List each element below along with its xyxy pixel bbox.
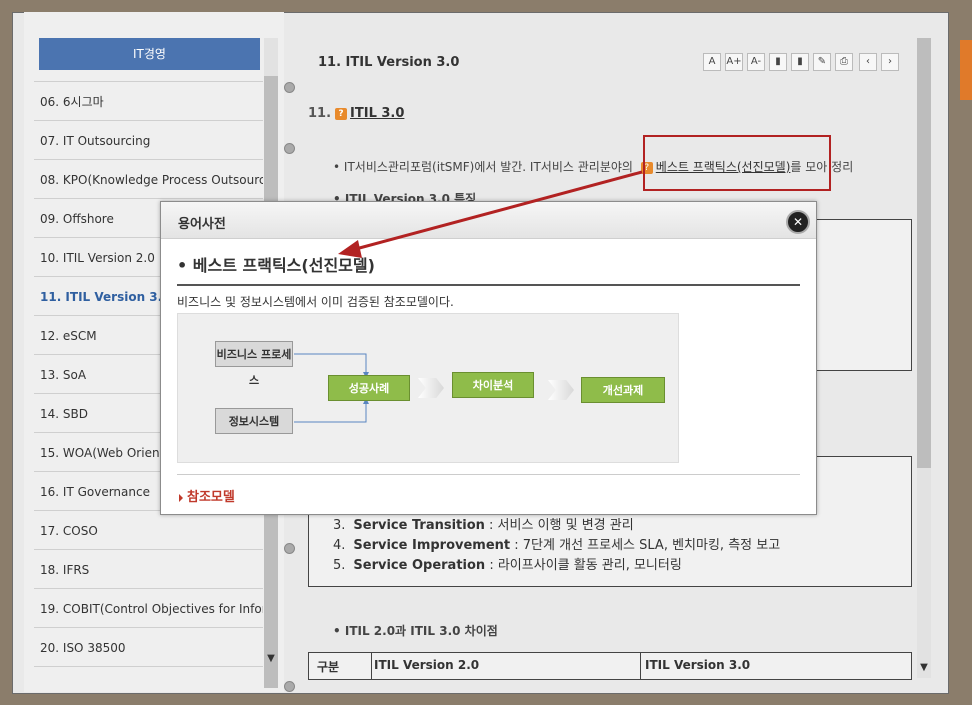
service-number: 3. <box>333 518 346 533</box>
service-item: 5. Service Operation : 라이프사이클 활동 관리, 모니터링 <box>333 554 682 573</box>
nav-item[interactable]: 20. ISO 38500 <box>34 629 263 667</box>
popup-title: 용어사전 <box>178 217 226 232</box>
category-header-label: IT경영 <box>133 47 166 61</box>
binder-ring <box>284 543 295 554</box>
binder-ring <box>284 82 295 93</box>
category-header: IT경영 <box>39 38 260 70</box>
next-icon[interactable]: › <box>881 53 899 71</box>
scroll-down-icon[interactable]: ▼ <box>917 662 931 676</box>
scroll-down-icon[interactable]: ▼ <box>264 652 278 666</box>
diff-title-text: ITIL 2.0과 ITIL 3.0 차이점 <box>344 624 498 638</box>
popup-header: 용어사전 ✕ <box>161 202 816 239</box>
close-icon[interactable]: ✕ <box>786 210 810 234</box>
service-name: Service Operation <box>353 558 486 573</box>
page-title: 11. ITIL Version 3.0 <box>318 55 460 70</box>
bullet-text: IT서비스관리포럼(itSMF)에서 발간. IT서비스 관리분야의 <box>343 160 633 174</box>
service-desc: : 7단계 개선 프로세스 SLA, 벤치마킹, 측정 보고 <box>510 538 781 553</box>
comparison-table-header: 구분 ITIL Version 2.0 ITIL Version 3.0 <box>308 652 912 680</box>
annotation-highlight-box <box>643 135 831 191</box>
nav-item[interactable]: 06. 6시그마 <box>34 83 263 121</box>
font-decrease-icon[interactable]: A- <box>747 53 765 71</box>
side-menu-tab[interactable] <box>960 40 972 100</box>
nav-item[interactable]: 19. COBIT(Control Objectives for Informa… <box>34 590 263 628</box>
font-increase-icon[interactable]: A+ <box>725 53 743 71</box>
nav-item[interactable]: 08. KPO(Knowledge Process Outsourcing) <box>34 161 263 199</box>
divider <box>177 284 800 286</box>
divider <box>177 474 800 475</box>
bookmark-list-icon[interactable]: ▮ <box>791 53 809 71</box>
success-case-box: 성공사례 <box>328 375 410 401</box>
question-icon[interactable]: ? <box>335 107 348 120</box>
process-diagram: 비즈니스 프로세스 정보시스템 성공사례 차이분석 개선과제 <box>177 313 679 463</box>
service-desc: : 서비스 이행 및 변경 관리 <box>484 518 634 533</box>
table-header-cell: ITIL Version 3.0 <box>645 658 751 672</box>
service-name: Service Transition <box>353 518 485 533</box>
nav-item[interactable]: 07. IT Outsourcing <box>34 122 263 160</box>
info-system-box: 정보시스템 <box>215 408 293 434</box>
gap-analysis-box: 차이분석 <box>452 372 534 398</box>
prev-icon[interactable]: ‹ <box>859 53 877 71</box>
improvement-box: 개선과제 <box>581 377 665 403</box>
table-header-cell: 구분 <box>317 660 340 674</box>
bookmark-icon[interactable]: ▮ <box>769 53 787 71</box>
service-number: 5. <box>333 558 346 573</box>
font-reset-icon[interactable]: A <box>703 53 721 71</box>
term-text: 베스트 프랙틱스(선진모델) <box>192 256 375 275</box>
table-header-cell: ITIL Version 2.0 <box>374 658 480 672</box>
term-definition: 비즈니스 및 정보시스템에서 이미 검증된 참조모델이다. <box>177 295 454 309</box>
binder-ring <box>284 143 295 154</box>
service-name: Service Improvement <box>353 538 511 553</box>
service-item: 4. Service Improvement : 7단계 개선 프로세스 SLA,… <box>333 534 780 553</box>
reference-link[interactable]: 참조모델 <box>179 486 235 505</box>
right-scrollbar-thumb[interactable] <box>917 38 931 468</box>
triangle-right-icon <box>179 493 183 502</box>
service-number: 4. <box>333 538 346 553</box>
memo-icon[interactable]: ✎ <box>813 53 831 71</box>
business-process-box: 비즈니스 프로세스 <box>215 341 293 387</box>
right-scrollbar[interactable]: ▼ <box>917 38 931 678</box>
print-icon[interactable]: ⎙ <box>835 53 853 71</box>
nav-item[interactable]: 17. COSO <box>34 512 263 550</box>
term-title: • 베스트 프랙틱스(선진모델) <box>177 256 375 275</box>
service-item: 3. Service Transition : 서비스 이행 및 변경 관리 <box>333 514 634 533</box>
glossary-popup: 용어사전 ✕ • 베스트 프랙틱스(선진모델) 비즈니스 및 정보시스템에서 이… <box>160 201 817 515</box>
service-desc: : 라이프사이클 활동 관리, 모니터링 <box>485 558 682 573</box>
section-number: 11. <box>308 106 332 121</box>
section-title: 11.? ITIL 3.0 <box>308 106 404 121</box>
nav-item[interactable]: 18. IFRS <box>34 551 263 589</box>
binder-ring <box>284 681 295 692</box>
diff-title: • ITIL 2.0과 ITIL 3.0 차이점 <box>333 624 498 638</box>
reference-link-text[interactable]: 참조모델 <box>187 490 235 505</box>
section-link[interactable]: ITIL 3.0 <box>350 106 404 121</box>
